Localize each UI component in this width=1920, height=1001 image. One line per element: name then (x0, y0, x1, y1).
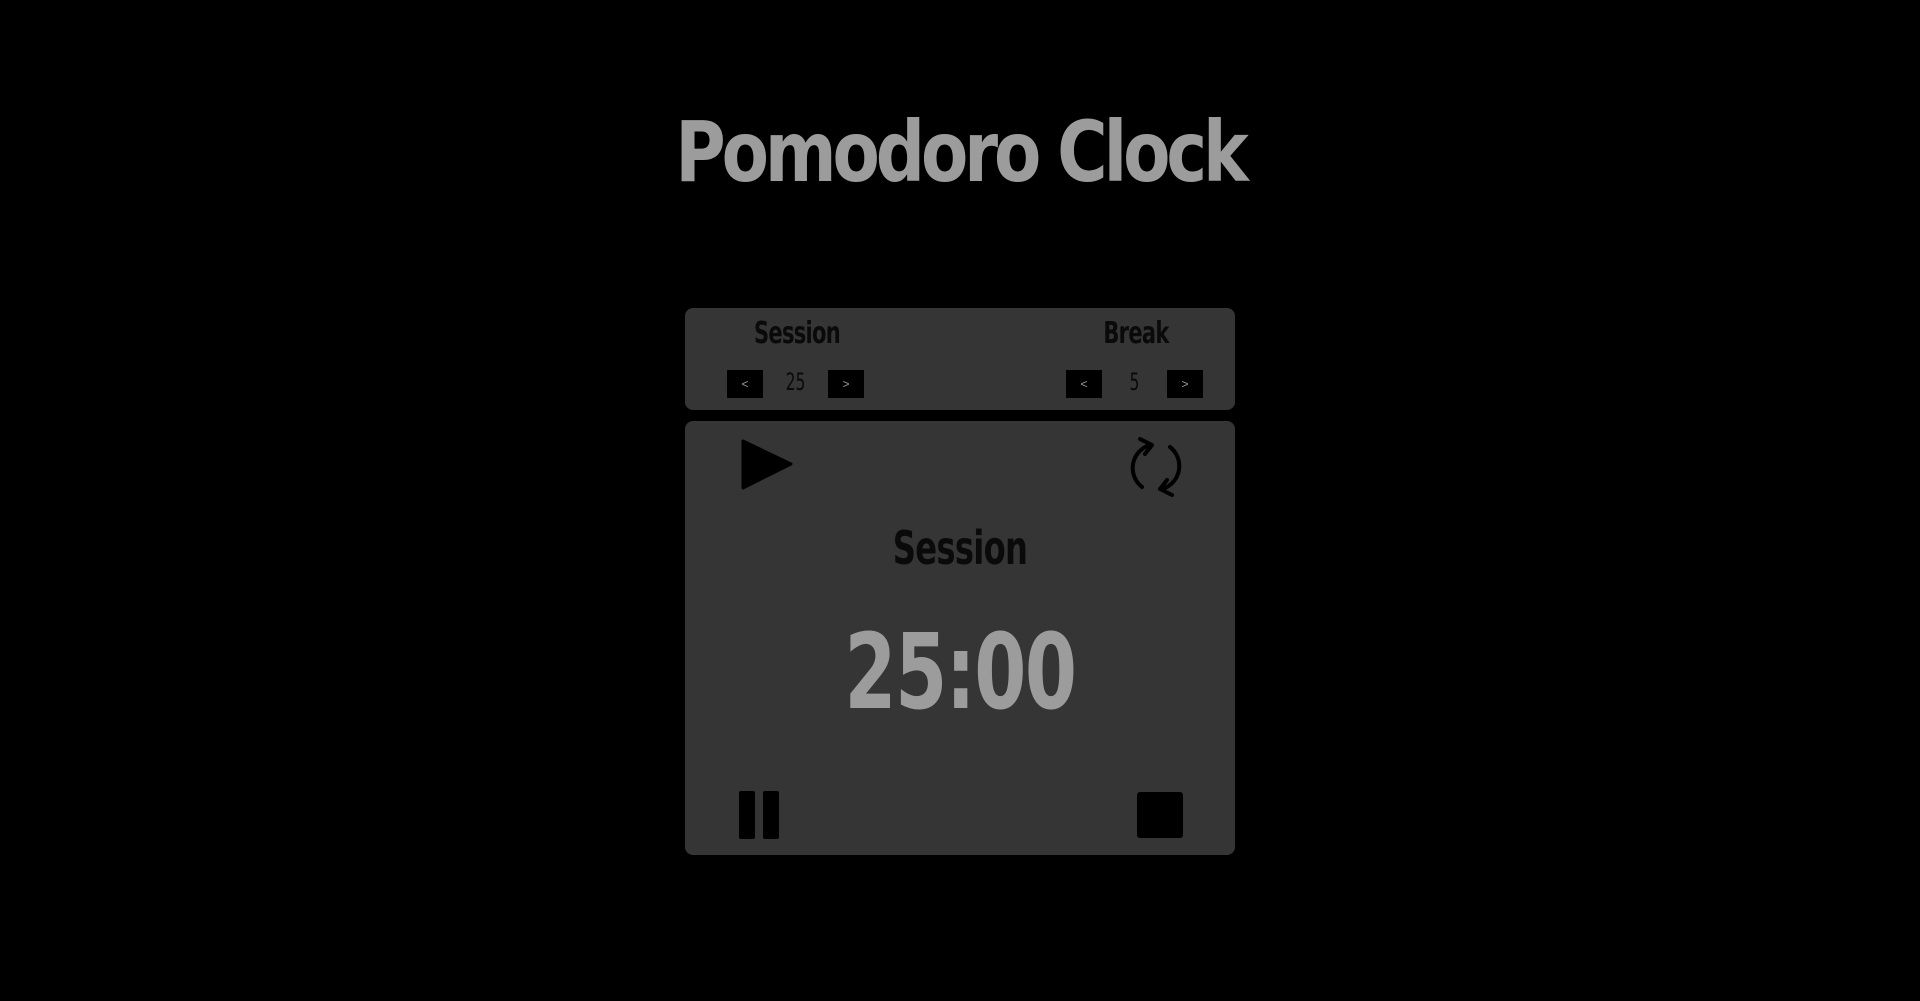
refresh-icon (1130, 437, 1182, 497)
page-title: Pomodoro Clock (675, 103, 1249, 201)
time-display: 25:00 (844, 611, 1077, 733)
settings-panel: Session < 25 > Break < 5 > (685, 308, 1235, 410)
stop-button[interactable] (1136, 791, 1184, 839)
pause-button[interactable] (737, 789, 783, 841)
break-length-value: 5 (1129, 368, 1140, 396)
timer-panel: Session 25:00 (685, 421, 1235, 855)
session-label: Session (753, 316, 841, 351)
break-decrement-button[interactable]: < (1066, 370, 1102, 398)
break-increment-button[interactable]: > (1167, 370, 1203, 398)
session-decrement-button[interactable]: < (727, 370, 763, 398)
timer-mode-label: Session (892, 521, 1028, 575)
play-icon (741, 439, 793, 490)
play-button[interactable] (739, 437, 795, 493)
pause-icon (739, 791, 779, 839)
break-label: Break (1103, 316, 1169, 351)
break-setting: Break < 5 > (1066, 308, 1206, 410)
session-length-value: 25 (785, 368, 806, 396)
stop-icon (1137, 792, 1183, 838)
refresh-button[interactable] (1126, 435, 1186, 499)
session-increment-button[interactable]: > (828, 370, 864, 398)
session-setting: Session < 25 > (727, 308, 867, 410)
